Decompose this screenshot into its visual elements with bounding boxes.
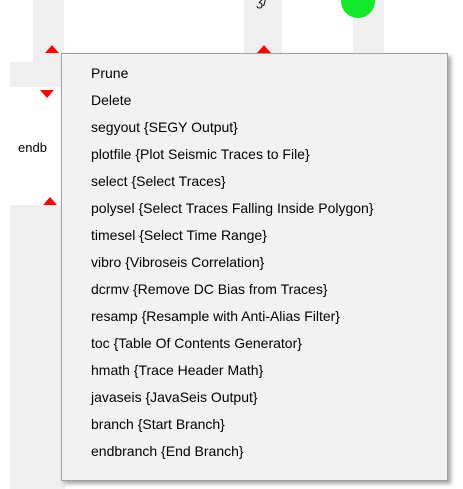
- module-column-left-lower: [10, 205, 65, 489]
- context-menu: Prune Delete segyout {SEGY Output} plotf…: [61, 53, 448, 481]
- menu-item-plotfile[interactable]: plotfile {Plot Seismic Traces to File}: [62, 141, 447, 168]
- menu-item-hmath[interactable]: hmath {Trace Header Math}: [62, 357, 447, 384]
- menu-item-dcrmv[interactable]: dcrmv {Remove DC Bias from Traces}: [62, 276, 447, 303]
- menu-item-toc[interactable]: toc {Table Of Contents Generator}: [62, 330, 447, 357]
- node-label-endbranch: endb: [18, 140, 47, 155]
- red-output-port-icon[interactable]: [40, 90, 54, 98]
- node-label-top: ʒ/: [256, 0, 267, 9]
- menu-item-branch[interactable]: branch {Start Branch}: [62, 411, 447, 438]
- menu-item-resamp[interactable]: resamp {Resample with Anti-Alias Filter}: [62, 303, 447, 330]
- red-input-port-icon-3[interactable]: [257, 45, 271, 53]
- menu-item-endbranch[interactable]: endbranch {End Branch}: [62, 438, 447, 465]
- menu-item-polysel[interactable]: polysel {Select Traces Falling Inside Po…: [62, 195, 447, 222]
- menu-item-timesel[interactable]: timesel {Select Time Range}: [62, 222, 447, 249]
- flow-canvas[interactable]: ʒ/ endb Prune Delete segyout {SEGY Outpu…: [0, 0, 463, 489]
- menu-item-delete[interactable]: Delete: [62, 87, 447, 114]
- menu-item-prune[interactable]: Prune: [62, 60, 447, 87]
- red-input-port-icon-2[interactable]: [43, 197, 57, 205]
- red-input-port-icon[interactable]: [45, 45, 59, 53]
- menu-item-javaseis[interactable]: javaseis {JavaSeis Output}: [62, 384, 447, 411]
- menu-item-segyout[interactable]: segyout {SEGY Output}: [62, 114, 447, 141]
- menu-item-vibro[interactable]: vibro {Vibroseis Correlation}: [62, 249, 447, 276]
- menu-item-select[interactable]: select {Select Traces}: [62, 168, 447, 195]
- module-box-left[interactable]: [10, 62, 65, 87]
